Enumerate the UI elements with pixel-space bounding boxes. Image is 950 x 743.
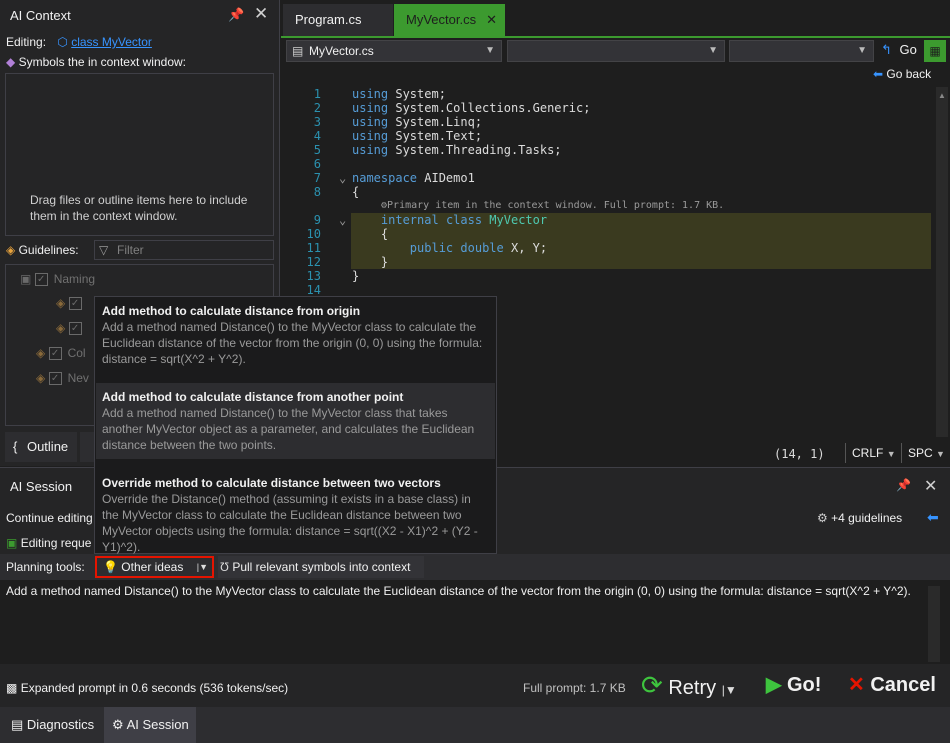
play-icon: ▶ [766,674,782,696]
ai-toggle-icon[interactable]: ▦ [924,40,946,62]
idea-item[interactable]: Add method to calculate distance from or… [96,297,495,373]
go-button[interactable]: ↰ Go [881,42,917,58]
rule-icon: ◈ [56,321,66,335]
chat-icon: ▣ [6,536,18,550]
go-submit-button[interactable]: ▶ Go! [766,668,821,702]
file-icon: ▤ [292,44,304,58]
code-view[interactable]: 1 using System; 2 using System.Collections… [281,87,936,297]
editing-row: Editing: ⬡ class MyVector [6,35,152,49]
prompt-input[interactable]: Add a method named Distance() to the MyV… [0,580,950,664]
idea-item[interactable]: Override method to calculate distance be… [96,469,495,561]
editing-target-link[interactable]: class MyVector [71,35,152,49]
rule-icon: ◈ [36,346,46,360]
other-ideas-popup: Add method to calculate distance from or… [94,296,497,554]
tree-item-rule[interactable]: ◈ ✓ [56,319,88,337]
symbols-row: ◆ Symbols the in context window: [6,55,186,69]
class-icon: ⬡ [57,35,68,49]
retry-icon: ⟳ [641,670,663,700]
tab-outline[interactable]: { Outline [5,432,77,462]
tab-program-cs[interactable]: Program.cs [283,4,393,36]
chevron-down-icon: ▼ [708,45,718,56]
tree-item-col[interactable]: ◈ ✓ Col [36,344,86,362]
scroll-up-icon: ▲ [938,91,946,100]
pin-icon[interactable]: 📌 [228,7,244,23]
status-flag-icon: ▩ [6,681,18,695]
close-icon[interactable]: ✕ [254,4,268,24]
bottom-tool-tabs: ▤ Diagnostics ⚙ AI Session [0,707,950,743]
chevron-down-icon: ▼ [485,45,495,56]
eol-selector[interactable]: CRLF ▼ [845,443,897,463]
guidelines-icon: ◈ [6,243,16,257]
chevron-down-icon[interactable]: |▼ [722,683,737,697]
tree-item-nev[interactable]: ◈ ✓ Nev [36,369,89,387]
guidelines-count[interactable]: ⚙ +4 guidelines [817,511,902,525]
rule-icon: ◈ [36,371,46,385]
inline-hint: ⚙Primary item in the context window. Ful… [381,200,725,211]
back-arrow-icon[interactable]: ⬅ [927,509,939,526]
close-tab-icon[interactable]: ✕ [486,4,497,36]
tree-item-naming[interactable]: ▣ ✓ Naming [20,270,95,288]
type-nav-combo[interactable]: ▼ [507,40,725,62]
guidelines-filter-input[interactable]: ▽ Filter [94,240,274,260]
back-arrow-icon: ⬅ [873,67,884,81]
rule-icon: ◈ [56,296,66,310]
lightbulb-icon: 💡 [103,560,118,574]
idea-item[interactable]: Add method to calculate distance from an… [96,383,495,459]
retry-button[interactable]: ⟳ Retry |▼ [641,668,737,702]
filter-icon: ▽ [99,243,109,257]
go-back-button[interactable]: ⬅ Go back [873,67,931,81]
caret-position: (14, 1) [774,447,825,461]
guidelines-row: ◈ Guidelines: [6,243,79,257]
checkbox[interactable]: ✓ [68,322,82,336]
outline-icon: { [13,439,18,454]
editor-scrollbar[interactable]: ▲ [936,87,948,437]
symbols-label: Symbols the in context window: [18,55,186,69]
context-drop-zone[interactable]: Drag files or outline items here to incl… [5,73,274,236]
editing-label: Editing: [6,35,47,49]
symbols-icon: ◆ [6,55,16,69]
go-arrow-icon: ↰ [881,42,892,57]
checkbox[interactable]: ✓ [34,273,48,287]
file-nav-combo[interactable]: ▤ MyVector.cs ▼ [286,40,502,62]
close-icon[interactable]: ✕ [924,476,937,496]
tab-underline [281,36,950,38]
cancel-button[interactable]: ✕ Cancel [848,668,936,702]
diagnostics-icon: ▤ [11,717,24,732]
filter-placeholder: Filter [117,243,144,257]
whitespace-selector[interactable]: SPC ▼ [901,443,947,463]
planning-label: Planning tools: [6,560,85,574]
magnet-icon: Ʊ [220,560,229,574]
robot-icon: ⚙ [112,717,124,732]
pin-icon[interactable]: 📌 [896,478,911,492]
checkbox[interactable]: ✓ [48,372,62,386]
chevron-down-icon: ▼ [857,45,867,56]
member-nav-combo[interactable]: ▼ [729,40,874,62]
editing-request-row: ▣ Editing reque [6,536,92,550]
tree-item-rule[interactable]: ◈ ✓ [56,294,88,312]
tab-diagnostics[interactable]: ▤ Diagnostics [5,711,100,739]
full-prompt-size: Full prompt: 1.7 KB [523,681,626,695]
continue-editing-label: Continue editing [6,511,93,525]
gears-icon: ⚙ [817,511,828,525]
prompt-scrollbar[interactable] [928,586,940,662]
tab-overflow[interactable] [80,432,94,462]
ai-session-title: AI Session [10,479,73,494]
folder-icon: ▣ [20,272,32,286]
checkbox[interactable]: ✓ [68,297,82,311]
drop-message: Drag files or outline items here to incl… [30,193,248,223]
checkbox[interactable]: ✓ [48,347,62,361]
cancel-x-icon: ✕ [848,674,865,696]
status-row: ▩ Expanded prompt in 0.6 seconds (536 to… [6,681,289,695]
tab-ai-session[interactable]: ⚙ AI Session [104,707,196,743]
guidelines-label: Guidelines: [18,243,79,257]
tab-myvector-cs[interactable]: MyVector.cs ✕ [394,4,505,36]
